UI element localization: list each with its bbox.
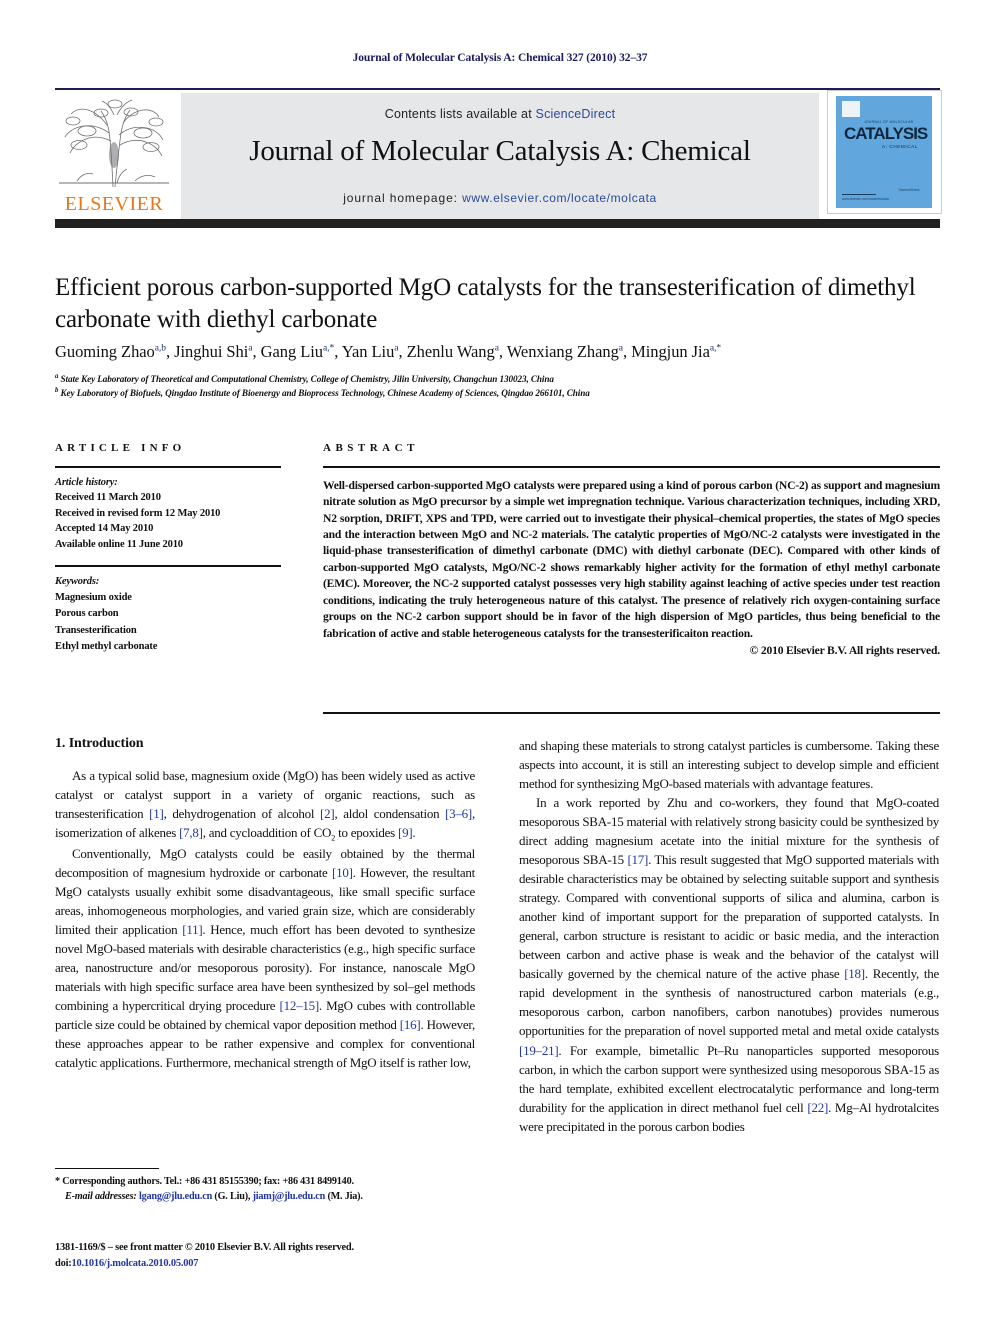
abstract-copyright: © 2010 Elsevier B.V. All rights reserved…	[749, 644, 941, 658]
paragraph: As a typical solid base, magnesium oxide…	[55, 768, 475, 843]
affiliation-list: a State Key Laboratory of Theoretical an…	[55, 372, 940, 401]
corresponding-author-line: * Corresponding authors. Tel.: +86 431 8…	[55, 1176, 354, 1187]
email-link-1[interactable]: lgang@jlu.edu.cn	[139, 1191, 212, 1202]
paragraph: Conventionally, MgO catalysts could be e…	[55, 846, 476, 1071]
masthead-bottom-rule	[55, 219, 940, 228]
keywords-block: Keywords: Magnesium oxide Porous carbon …	[55, 574, 281, 655]
keyword-item: Ethyl methyl carbonate	[55, 640, 158, 652]
page-title: Efficient porous carbon-supported MgO ca…	[55, 274, 916, 333]
issn-copyright-line: 1381-1169/$ – see front matter © 2010 El…	[55, 1242, 354, 1253]
section-heading-introduction: 1. Introduction	[55, 736, 144, 751]
paragraph: In a work reported by Zhu and co-workers…	[519, 795, 940, 1134]
abstract-rule-bottom	[323, 712, 940, 714]
footnote-rule	[55, 1168, 159, 1170]
email-owner-1: (G. Liu),	[214, 1191, 251, 1203]
keyword-item: Magnesium oxide	[55, 592, 132, 604]
cover-image: JOURNAL OF MOLECULAR CATALYSIS A: CHEMIC…	[827, 90, 942, 214]
email-label: E-mail addresses:	[65, 1191, 137, 1203]
abstract-rule-top	[323, 466, 940, 468]
email-line: E-mail addresses: lgang@jlu.edu.cn (G. L…	[55, 1189, 475, 1204]
running-head: Journal of Molecular Catalysis A: Chemic…	[352, 52, 648, 64]
masthead-top-rule	[55, 88, 940, 90]
cover-bottom-left-text: www.elsevier.com/locate/molcata	[842, 197, 889, 201]
cover-brand-text: CATALYSIS	[844, 124, 928, 143]
abstract-column: ABSTRACT Well-dispersed carbon-supported…	[323, 442, 940, 657]
masthead-center-band: Contents lists available at ScienceDirec…	[181, 93, 819, 219]
contents-lists-line: Contents lists available at ScienceDirec…	[181, 107, 819, 121]
elsevier-logo: ELSEVIER	[55, 93, 173, 219]
history-item: Received 11 March 2010	[55, 492, 161, 504]
homepage-url-link[interactable]: www.elsevier.com/locate/molcata	[462, 191, 657, 205]
doi-link[interactable]: 10.1016/j.molcata.2010.05.007	[72, 1258, 199, 1269]
history-item: Received in revised form 12 May 2010	[55, 507, 221, 519]
cover-inner-panel: JOURNAL OF MOLECULAR CATALYSIS A: CHEMIC…	[836, 96, 932, 208]
keyword-item: Transesterification	[55, 624, 137, 636]
affiliation-b: b Key Laboratory of Biofuels, Qingdao In…	[55, 387, 590, 399]
journal-homepage-line: journal homepage: www.elsevier.com/locat…	[181, 191, 819, 205]
affiliation-a: a State Key Laboratory of Theoretical an…	[55, 373, 554, 385]
elsevier-wordmark: ELSEVIER	[64, 193, 164, 215]
doi-label: doi:	[55, 1258, 72, 1270]
cover-bottom-right-text: ScienceDirect	[898, 188, 920, 192]
sciencedirect-link[interactable]: ScienceDirect	[536, 107, 616, 121]
corresponding-author-footnote: * Corresponding authors. Tel.: +86 431 8…	[55, 1174, 475, 1205]
article-history-label: Article history:	[55, 476, 118, 488]
article-page: Journal of Molecular Catalysis A: Chemic…	[0, 0, 992, 1323]
abstract-text: Well-dispersed carbon-supported MgO cata…	[323, 478, 940, 640]
keywords-label: Keywords:	[55, 575, 100, 587]
affiliation-a-text: State Key Laboratory of Theoretical and …	[60, 374, 554, 385]
journal-masthead: ELSEVIER Contents lists available at Sci…	[55, 88, 942, 228]
email-owner-2: (M. Jia).	[327, 1191, 363, 1203]
cover-bottom-left-rule	[842, 194, 876, 195]
affiliation-b-text: Key Laboratory of Biofuels, Qingdao Inst…	[60, 388, 590, 399]
body-column-left: 1. Introduction As a typical solid base,…	[55, 736, 475, 1073]
author-list: Guoming Zhaoa,b, Jinghui Shia, Gang Liua…	[55, 342, 722, 361]
article-info-rule-top	[55, 466, 281, 468]
journal-title: Journal of Molecular Catalysis A: Chemic…	[249, 135, 751, 167]
homepage-label: journal homepage:	[343, 191, 463, 205]
article-info-heading: ARTICLE INFO	[55, 442, 186, 454]
cover-subtitle: A: CHEMICAL	[882, 144, 918, 149]
article-history-block: Article history: Received 11 March 2010 …	[55, 475, 281, 553]
doi-line: doi:10.1016/j.molcata.2010.05.007	[55, 1256, 505, 1272]
keyword-item: Porous carbon	[55, 608, 119, 620]
body-column-right: and shaping these materials to strong ca…	[519, 736, 939, 1136]
contents-lists-label: Contents lists available at	[384, 107, 536, 121]
journal-cover-thumbnail: JOURNAL OF MOLECULAR CATALYSIS A: CHEMIC…	[827, 90, 942, 216]
email-link-2[interactable]: jiamj@jlu.edu.cn	[253, 1191, 326, 1202]
history-item: Available online 11 June 2010	[55, 538, 183, 550]
abstract-heading: ABSTRACT	[323, 442, 419, 454]
history-item: Accepted 14 May 2010	[55, 523, 154, 535]
elsevier-tree-icon	[57, 95, 171, 193]
publisher-footer: 1381-1169/$ – see front matter © 2010 El…	[55, 1240, 505, 1272]
paragraph: and shaping these materials to strong ca…	[519, 738, 939, 792]
article-info-column: ARTICLE INFO Article history: Received 1…	[55, 442, 281, 655]
article-info-rule-mid	[55, 565, 281, 567]
cover-elsevier-mark-icon	[842, 101, 860, 117]
